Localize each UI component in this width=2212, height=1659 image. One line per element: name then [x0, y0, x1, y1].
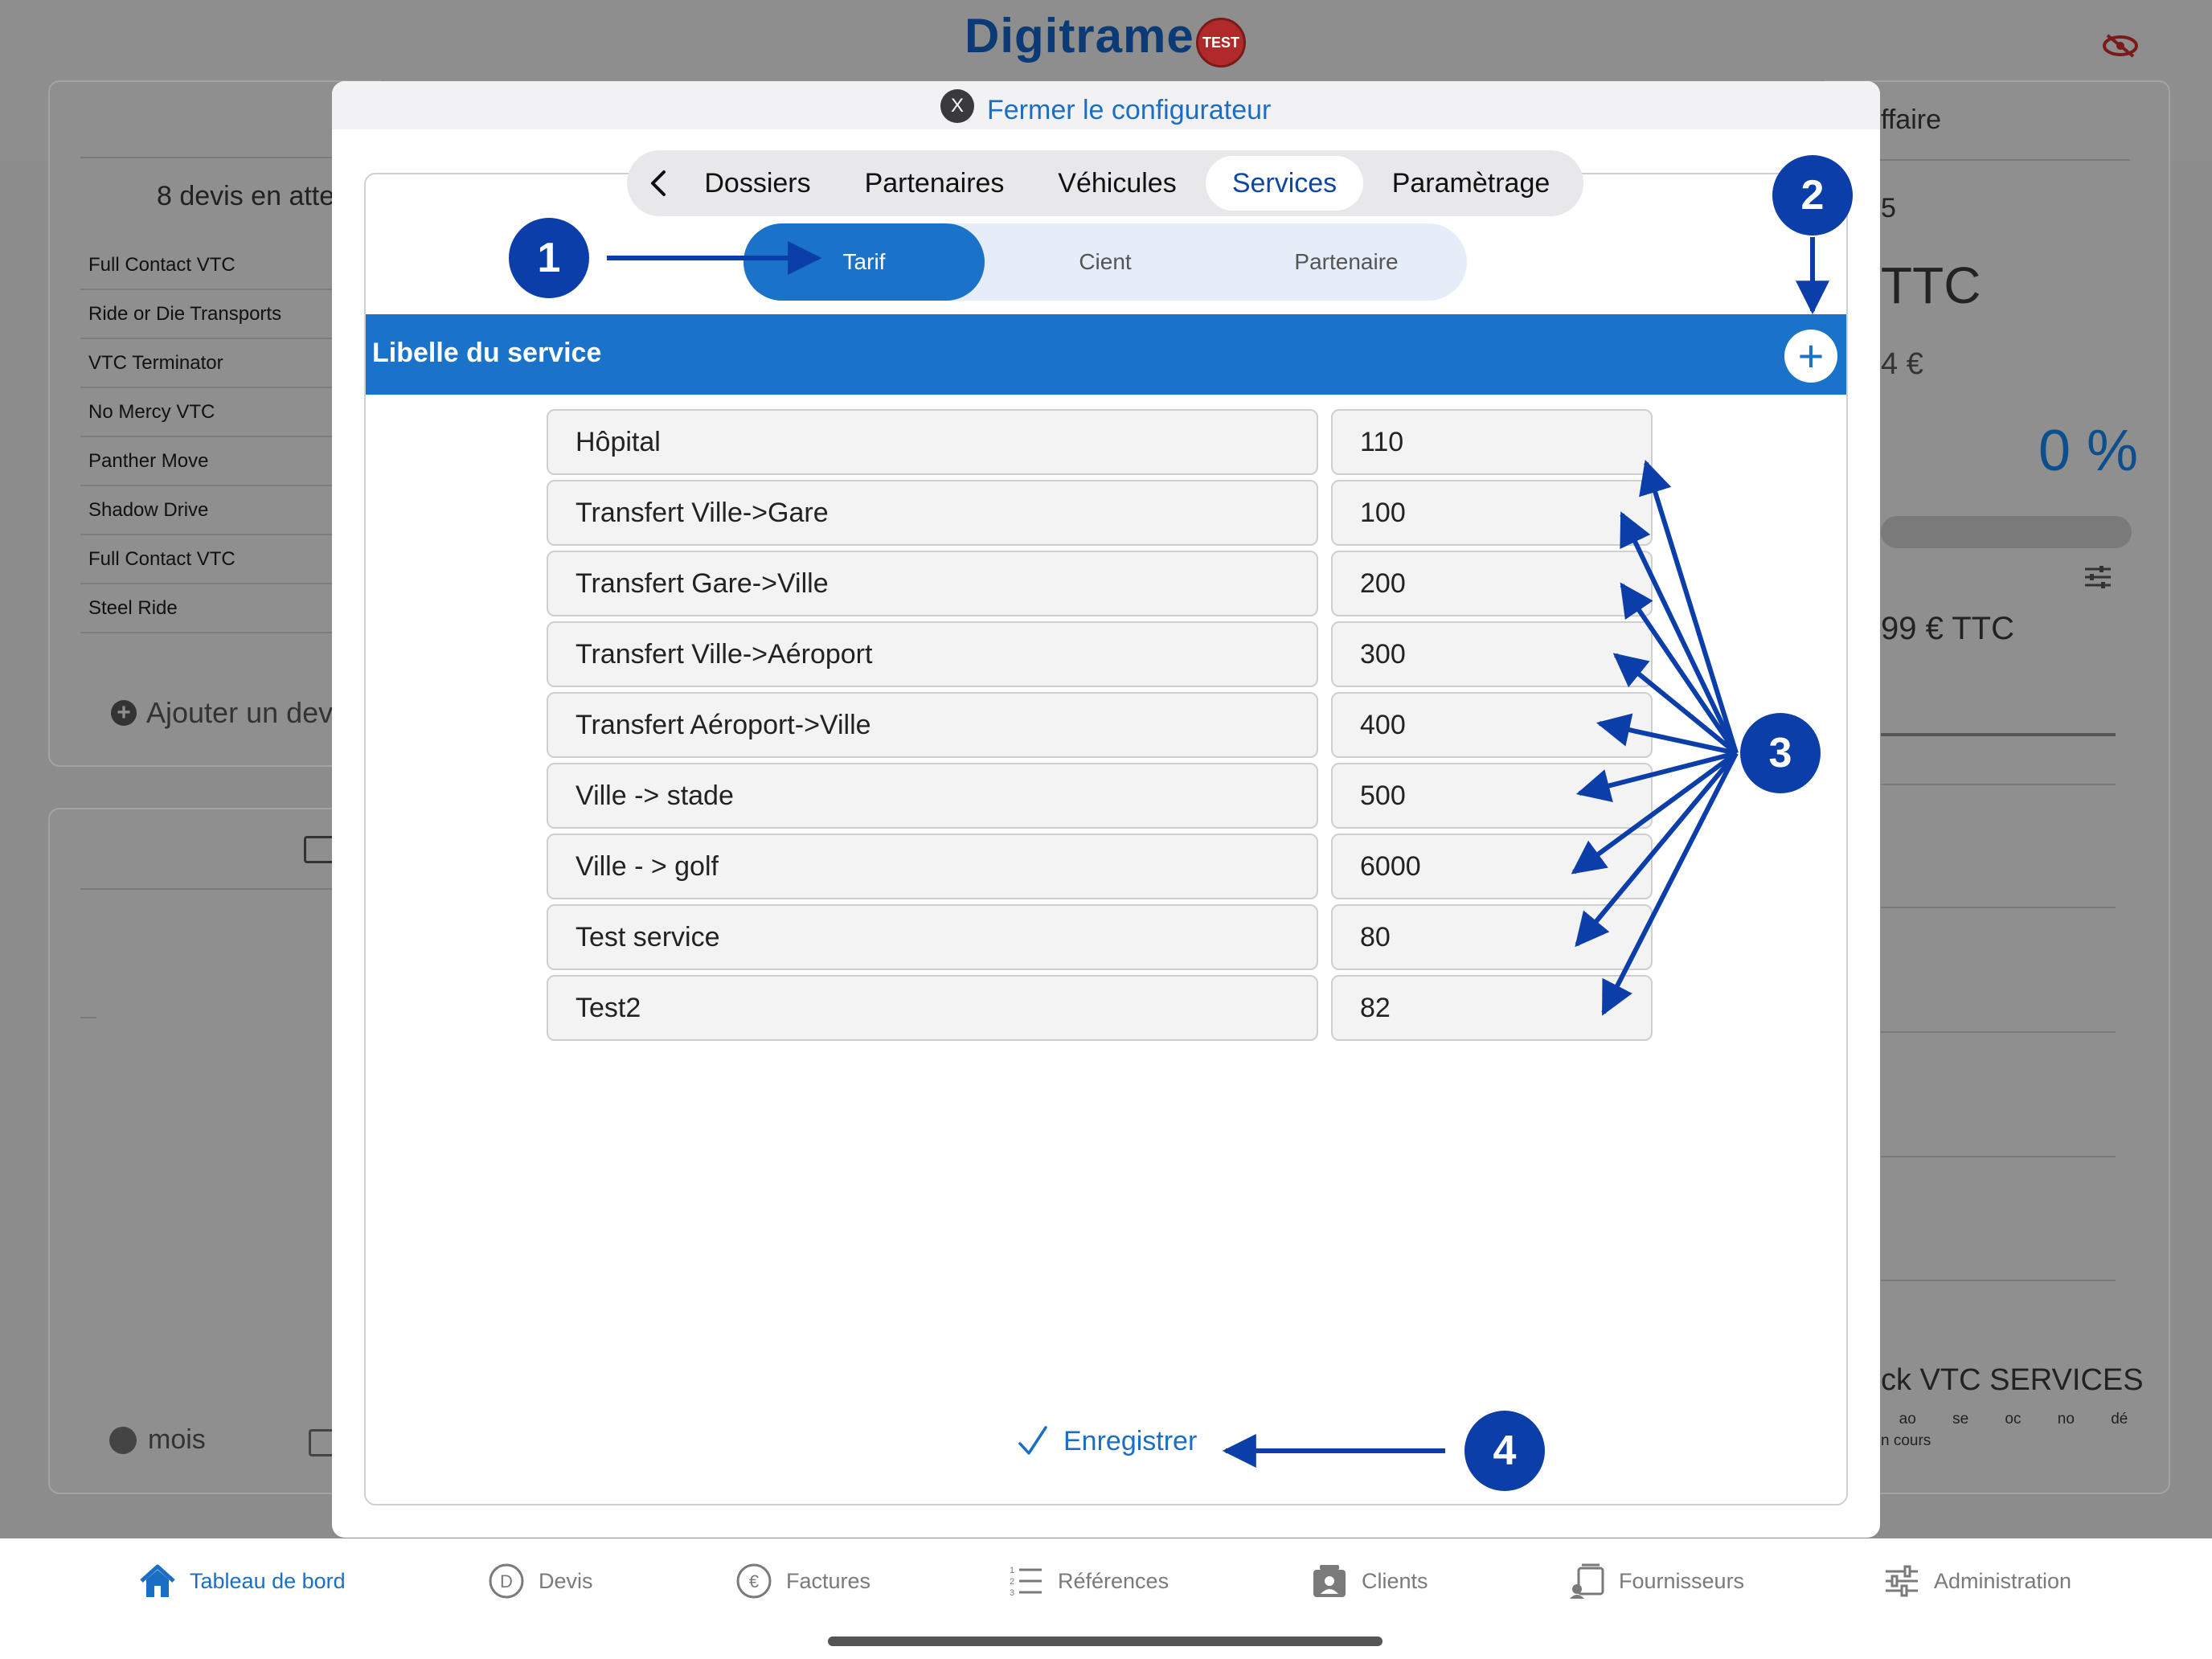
- callout-3: 3: [1740, 713, 1821, 793]
- svg-text:3: 3: [1010, 1588, 1014, 1598]
- tab-devis[interactable]: D Devis: [487, 1559, 593, 1603]
- tab-label: Administration: [1934, 1568, 2072, 1593]
- svg-text:1: 1: [1010, 1566, 1014, 1575]
- clients-icon: [1313, 1565, 1346, 1597]
- callout-2: 2: [1772, 155, 1853, 236]
- svg-text:2: 2: [1010, 1577, 1014, 1587]
- tab-clients[interactable]: Clients: [1310, 1559, 1428, 1603]
- suppliers-icon: [1570, 1563, 1604, 1599]
- sliders-icon: [1886, 1565, 1918, 1597]
- euro-icon: €: [736, 1563, 772, 1599]
- svg-text:€: €: [749, 1571, 759, 1591]
- annotation-arrows: [607, 237, 1829, 1468]
- tab-tableau-de-bord[interactable]: Tableau de bord: [138, 1559, 346, 1603]
- devis-icon: D: [489, 1563, 524, 1599]
- tab-label: Devis: [539, 1568, 593, 1593]
- callout-1: 1: [509, 218, 589, 298]
- tab-references[interactable]: 1 2 3 Références: [1006, 1559, 1169, 1603]
- tab-label: Factures: [786, 1568, 871, 1593]
- list-icon: 1 2 3: [1010, 1566, 1042, 1598]
- home-indicator: [828, 1636, 1382, 1646]
- callout-4: 4: [1464, 1411, 1545, 1491]
- home-icon: [140, 1564, 175, 1597]
- tab-label: Références: [1058, 1568, 1169, 1593]
- tab-label: Tableau de bord: [190, 1568, 346, 1593]
- svg-text:D: D: [500, 1571, 513, 1591]
- tab-label: Fournisseurs: [1619, 1568, 1745, 1593]
- tab-label: Clients: [1362, 1568, 1428, 1593]
- tab-fournisseurs[interactable]: Fournisseurs: [1567, 1559, 1744, 1603]
- tab-factures[interactable]: € Factures: [735, 1559, 870, 1603]
- tab-administration[interactable]: Administration: [1882, 1559, 2071, 1603]
